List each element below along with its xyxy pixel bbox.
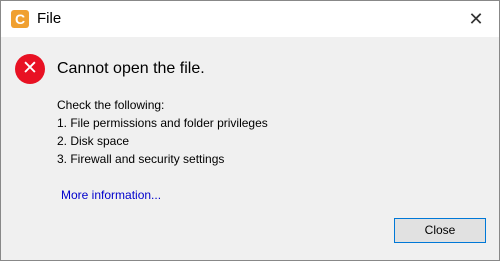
app-icon: C (11, 10, 29, 28)
close-icon[interactable]: ✕ (453, 1, 499, 37)
details-item: 3. Firewall and security settings (57, 152, 225, 166)
details-item: 1. File permissions and folder privilege… (57, 116, 268, 130)
close-button[interactable]: Close (394, 218, 486, 243)
title-bar: C File ✕ (1, 1, 499, 37)
more-information-link[interactable]: More information... (61, 188, 161, 202)
error-icon: ✕ (15, 54, 45, 84)
error-heading: Cannot open the file. (57, 60, 205, 77)
error-details: Check the following: 1. File permissions… (57, 96, 268, 168)
details-item: 2. Disk space (57, 134, 130, 148)
error-dialog: C File ✕ ✕ Cannot open the file. Check t… (0, 0, 500, 261)
window-title: File (37, 10, 62, 27)
app-icon-letter: C (14, 11, 26, 27)
details-intro: Check the following: (57, 98, 165, 112)
